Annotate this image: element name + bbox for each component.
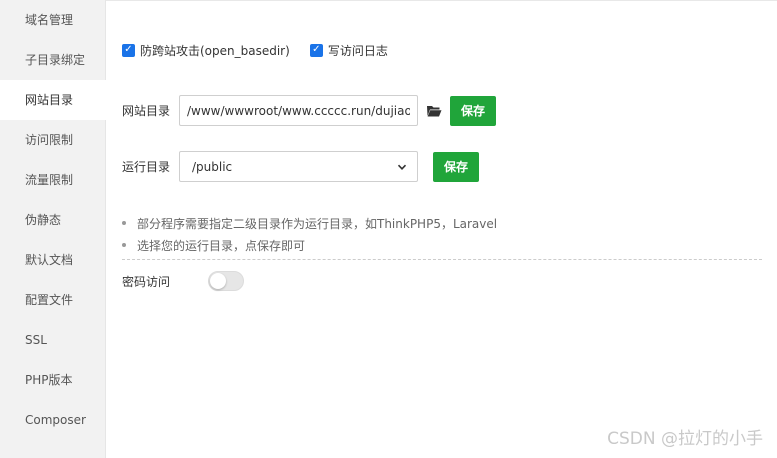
- toggle-knob: [210, 273, 226, 289]
- sidebar-item-composer[interactable]: Composer: [0, 400, 105, 440]
- dashed-divider: [122, 259, 762, 260]
- sidebar-item-subdirectory-binding[interactable]: 子目录绑定: [0, 40, 105, 80]
- sidebar-item-ssl[interactable]: SSL: [0, 320, 105, 360]
- password-access-row: 密码访问: [122, 270, 244, 292]
- options-row: ✓ 防跨站攻击(open_basedir) ✓ 写访问日志: [122, 42, 408, 58]
- anti-xss-label[interactable]: 防跨站攻击(open_basedir): [140, 42, 290, 59]
- sidebar-item-traffic-limit[interactable]: 流量限制: [0, 160, 105, 200]
- site-directory-input[interactable]: [179, 95, 418, 126]
- site-directory-row: 网站目录 保存: [122, 95, 496, 126]
- sidebar: 域名管理 子目录绑定 网站目录 访问限制 流量限制 伪静态 默认文档 配置文件 …: [0, 0, 106, 458]
- list-item: 选择您的运行目录，点保存即可: [122, 234, 762, 256]
- run-directory-save-button[interactable]: 保存: [433, 151, 479, 182]
- run-directory-label: 运行目录: [122, 160, 171, 174]
- password-access-toggle[interactable]: [208, 271, 244, 291]
- folder-open-icon[interactable]: [418, 95, 450, 126]
- bullet-icon: [122, 221, 126, 225]
- chevron-down-icon: [397, 164, 407, 170]
- sidebar-item-php-version[interactable]: PHP版本: [0, 360, 105, 400]
- sidebar-item-site-directory[interactable]: 网站目录: [0, 80, 106, 120]
- list-item: 部分程序需要指定二级目录作为运行目录，如ThinkPHP5，Laravel: [122, 212, 762, 234]
- run-directory-row: 运行目录 /public 保存: [122, 151, 479, 182]
- tips-list: 部分程序需要指定二级目录作为运行目录，如ThinkPHP5，Laravel 选择…: [122, 212, 762, 256]
- anti-xss-checkbox[interactable]: ✓: [122, 43, 135, 57]
- top-divider: [106, 0, 777, 2]
- tip-text: 选择您的运行目录，点保存即可: [137, 238, 306, 253]
- sidebar-item-domain-management[interactable]: 域名管理: [0, 0, 105, 40]
- bullet-icon: [122, 243, 126, 247]
- access-log-label[interactable]: 写访问日志: [328, 42, 388, 59]
- tip-text: 部分程序需要指定二级目录作为运行目录，如ThinkPHP5，Laravel: [137, 216, 498, 231]
- sidebar-item-access-restriction[interactable]: 访问限制: [0, 120, 105, 160]
- run-directory-selected-value: /public: [192, 159, 233, 174]
- site-directory-label: 网站目录: [122, 104, 171, 118]
- sidebar-item-config-file[interactable]: 配置文件: [0, 280, 105, 320]
- run-directory-select[interactable]: /public: [179, 151, 418, 182]
- access-log-checkbox[interactable]: ✓: [309, 43, 323, 57]
- sidebar-item-rewrite[interactable]: 伪静态: [0, 200, 105, 240]
- watermark: CSDN @拉灯的小手: [607, 429, 763, 449]
- password-access-label: 密码访问: [122, 274, 171, 289]
- sidebar-item-default-document[interactable]: 默认文档: [0, 240, 105, 280]
- site-directory-save-button[interactable]: 保存: [450, 95, 496, 126]
